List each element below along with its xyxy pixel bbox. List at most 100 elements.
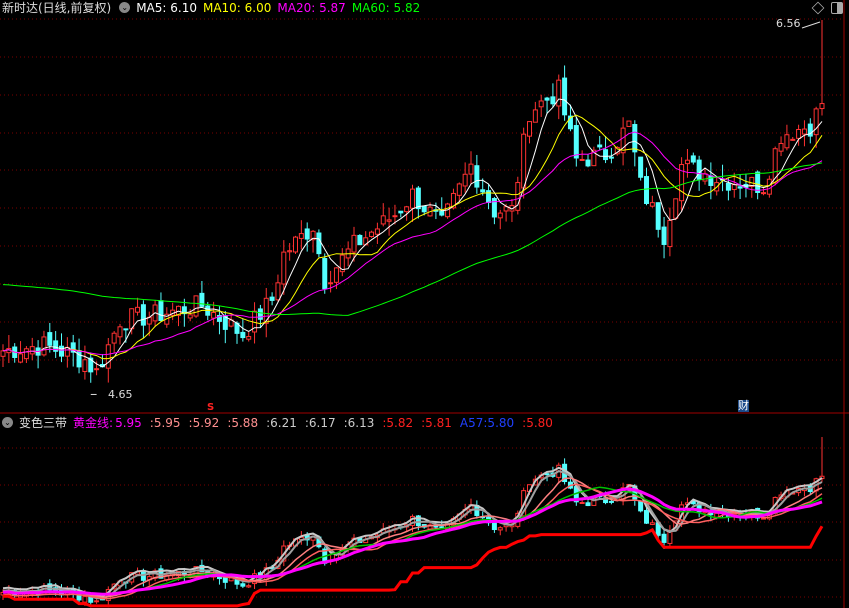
candle-body bbox=[725, 182, 731, 191]
sub-candle-body bbox=[638, 500, 644, 512]
candle-body bbox=[357, 234, 363, 246]
candle-body bbox=[532, 109, 538, 123]
candle-body bbox=[497, 212, 503, 219]
candle-body bbox=[562, 77, 568, 116]
chart-area bbox=[0, 0, 849, 608]
ma5-line bbox=[2, 98, 823, 368]
candle-body bbox=[644, 176, 649, 204]
candle-body bbox=[684, 159, 690, 165]
sub-candle-body bbox=[585, 502, 591, 507]
candle-body bbox=[374, 228, 380, 235]
candle-body bbox=[673, 198, 679, 219]
candle-body bbox=[281, 251, 287, 285]
candle-body bbox=[0, 350, 6, 357]
candle-body bbox=[579, 158, 585, 161]
candle-body bbox=[105, 344, 111, 369]
candle-body bbox=[796, 128, 802, 139]
candle-body bbox=[41, 336, 47, 356]
candle-body bbox=[316, 232, 322, 255]
sub-candle-body bbox=[661, 533, 667, 543]
sub-candle-body bbox=[240, 583, 246, 587]
candle-body bbox=[298, 233, 304, 239]
candle-body bbox=[410, 188, 415, 209]
high-arrow bbox=[801, 21, 821, 29]
high-price-label: 6.56 bbox=[776, 17, 801, 30]
candle-body bbox=[819, 103, 825, 110]
sub-candle-body bbox=[644, 510, 649, 524]
candle-body bbox=[603, 149, 609, 161]
signal-s-marker: S bbox=[207, 402, 215, 413]
candle-body bbox=[456, 183, 462, 196]
candle-body bbox=[415, 187, 421, 210]
candle-body bbox=[421, 205, 427, 213]
candle-body bbox=[111, 332, 117, 344]
candle-body bbox=[585, 159, 591, 167]
candle-body bbox=[333, 267, 339, 283]
candle-body bbox=[801, 128, 807, 135]
candle-body bbox=[293, 236, 298, 253]
candle-body bbox=[129, 308, 135, 330]
candle-body bbox=[608, 156, 614, 159]
candle-body bbox=[380, 215, 386, 225]
candle-body bbox=[158, 300, 164, 321]
sub-candle-body bbox=[246, 585, 252, 588]
candle-body bbox=[404, 206, 410, 213]
candle-body bbox=[29, 346, 35, 355]
candle-body bbox=[369, 231, 375, 237]
candle-body bbox=[287, 250, 293, 253]
candle-body bbox=[538, 100, 544, 108]
candle-body bbox=[59, 345, 64, 357]
candle-body bbox=[135, 306, 141, 313]
candle-body bbox=[649, 202, 655, 207]
candle-body bbox=[123, 328, 129, 331]
candle-body bbox=[246, 336, 252, 340]
sub-candle-body bbox=[579, 502, 585, 505]
candle-body bbox=[737, 186, 743, 189]
candle-body bbox=[322, 258, 328, 290]
candle-body bbox=[140, 304, 146, 326]
candle-body bbox=[47, 332, 53, 346]
candle-body bbox=[761, 192, 766, 195]
candle-body bbox=[690, 155, 696, 163]
candle-body bbox=[304, 228, 310, 240]
sub-candle-body bbox=[608, 500, 614, 503]
candle-body bbox=[351, 234, 357, 253]
candle-body bbox=[655, 202, 661, 230]
candle-body bbox=[187, 314, 193, 319]
candle-body bbox=[23, 348, 29, 360]
candle-body bbox=[626, 120, 632, 127]
sub-candle-body bbox=[649, 522, 655, 525]
sub-candle-body bbox=[82, 596, 88, 603]
candle-body bbox=[790, 138, 796, 141]
candle-body bbox=[696, 159, 702, 180]
candle-body bbox=[755, 171, 761, 193]
candle-body bbox=[474, 165, 480, 188]
candle-body bbox=[240, 331, 246, 339]
candle-body bbox=[328, 282, 334, 285]
candle-body bbox=[632, 124, 638, 153]
candle-body bbox=[211, 312, 217, 319]
candle-body bbox=[597, 144, 603, 148]
finance-marker[interactable]: 财 bbox=[738, 400, 749, 412]
candle-body bbox=[544, 97, 550, 101]
candle-body bbox=[813, 108, 819, 136]
sub-candle-body bbox=[497, 527, 503, 531]
candle-body bbox=[468, 163, 474, 175]
candle-body bbox=[550, 96, 556, 105]
candle-body bbox=[638, 156, 644, 178]
low-price-label: 4.65 bbox=[108, 388, 133, 401]
candle-body bbox=[398, 210, 404, 214]
band-gray-1 bbox=[2, 466, 823, 598]
candle-body bbox=[257, 308, 263, 320]
candle-body bbox=[702, 173, 708, 182]
candle-body bbox=[778, 142, 784, 152]
candle-body bbox=[82, 359, 88, 373]
candle-body bbox=[521, 133, 527, 189]
candle-body bbox=[527, 121, 532, 137]
candle-body bbox=[573, 125, 579, 159]
candle-body bbox=[392, 215, 398, 218]
candle-body bbox=[667, 219, 673, 248]
sub-candle-body bbox=[94, 600, 100, 603]
candle-body bbox=[269, 296, 275, 301]
sub-candle-body bbox=[433, 525, 439, 528]
